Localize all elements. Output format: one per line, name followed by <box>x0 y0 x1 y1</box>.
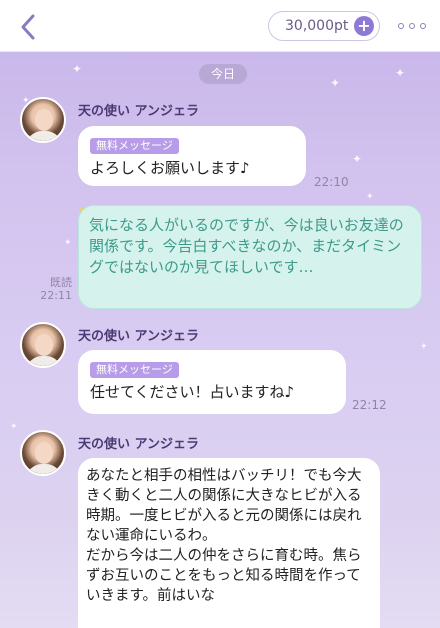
message-text: 気になる人がいるのですが、今は良いお友達の関係です。今告白すべきなのか、まだタイ… <box>89 216 404 276</box>
sparkle-icon: ✦ <box>352 152 363 166</box>
sender-name: 天の使い アンジェラ <box>78 329 200 344</box>
date-badge: 今日 <box>199 64 247 84</box>
add-points-icon[interactable]: + <box>354 16 374 36</box>
sparkle-icon: ✦ <box>10 422 18 432</box>
points-value: 30,000pt <box>285 18 349 34</box>
sender-name: 天の使い アンジェラ <box>78 104 200 119</box>
sparkle-icon: ✦ <box>64 238 72 248</box>
message-time: 22:12 <box>352 398 387 412</box>
message-bubble[interactable]: 無料メッセージ よろしくお願いします♪ <box>78 126 306 186</box>
more-options-icon[interactable] <box>392 14 432 38</box>
top-bar: 30,000pt + <box>0 0 440 52</box>
sparkle-icon: ✦ <box>72 62 83 76</box>
message-bubble[interactable]: 無料メッセージ 任せてください！占いますね♪ <box>78 350 346 414</box>
avatar[interactable] <box>20 322 66 368</box>
read-status: 既読 22:11 <box>40 276 72 302</box>
chat-area[interactable]: ✦ ✦ ✦ ✦ ✦ ✦ ✦ ✦ ✦ 今日 天の使い アンジェラ 無料メッセージ … <box>0 52 440 628</box>
free-message-tag: 無料メッセージ <box>90 138 179 154</box>
my-message-bubble[interactable]: 気になる人がいるのですが、今は良いお友達の関係です。今告白すべきなのか、まだタイ… <box>78 205 422 309</box>
message-text: よろしくお願いします♪ <box>90 159 250 177</box>
sender-name: 天の使い アンジェラ <box>78 437 200 452</box>
sparkle-icon: ✦ <box>366 192 374 202</box>
sparkle-icon: ✦ <box>330 76 341 90</box>
avatar[interactable] <box>20 430 66 476</box>
message-text: あなたと相手の相性はバッチリ！でも今大きく動くと二人の関係に大きなヒビが入る時期… <box>86 468 362 604</box>
free-message-tag: 無料メッセージ <box>90 362 179 378</box>
message-text: 任せてください！占いますね♪ <box>90 383 295 401</box>
avatar[interactable] <box>20 97 66 143</box>
message-time: 22:10 <box>314 175 349 189</box>
sparkle-icon: ✦ <box>420 342 428 352</box>
message-bubble[interactable]: あなたと相手の相性はバッチリ！でも今大きく動くと二人の関係に大きなヒビが入る時期… <box>78 458 380 628</box>
points-balance-button[interactable]: 30,000pt + <box>268 11 380 41</box>
sparkle-icon: ✦ <box>395 66 406 80</box>
back-chevron-icon[interactable] <box>14 12 44 42</box>
